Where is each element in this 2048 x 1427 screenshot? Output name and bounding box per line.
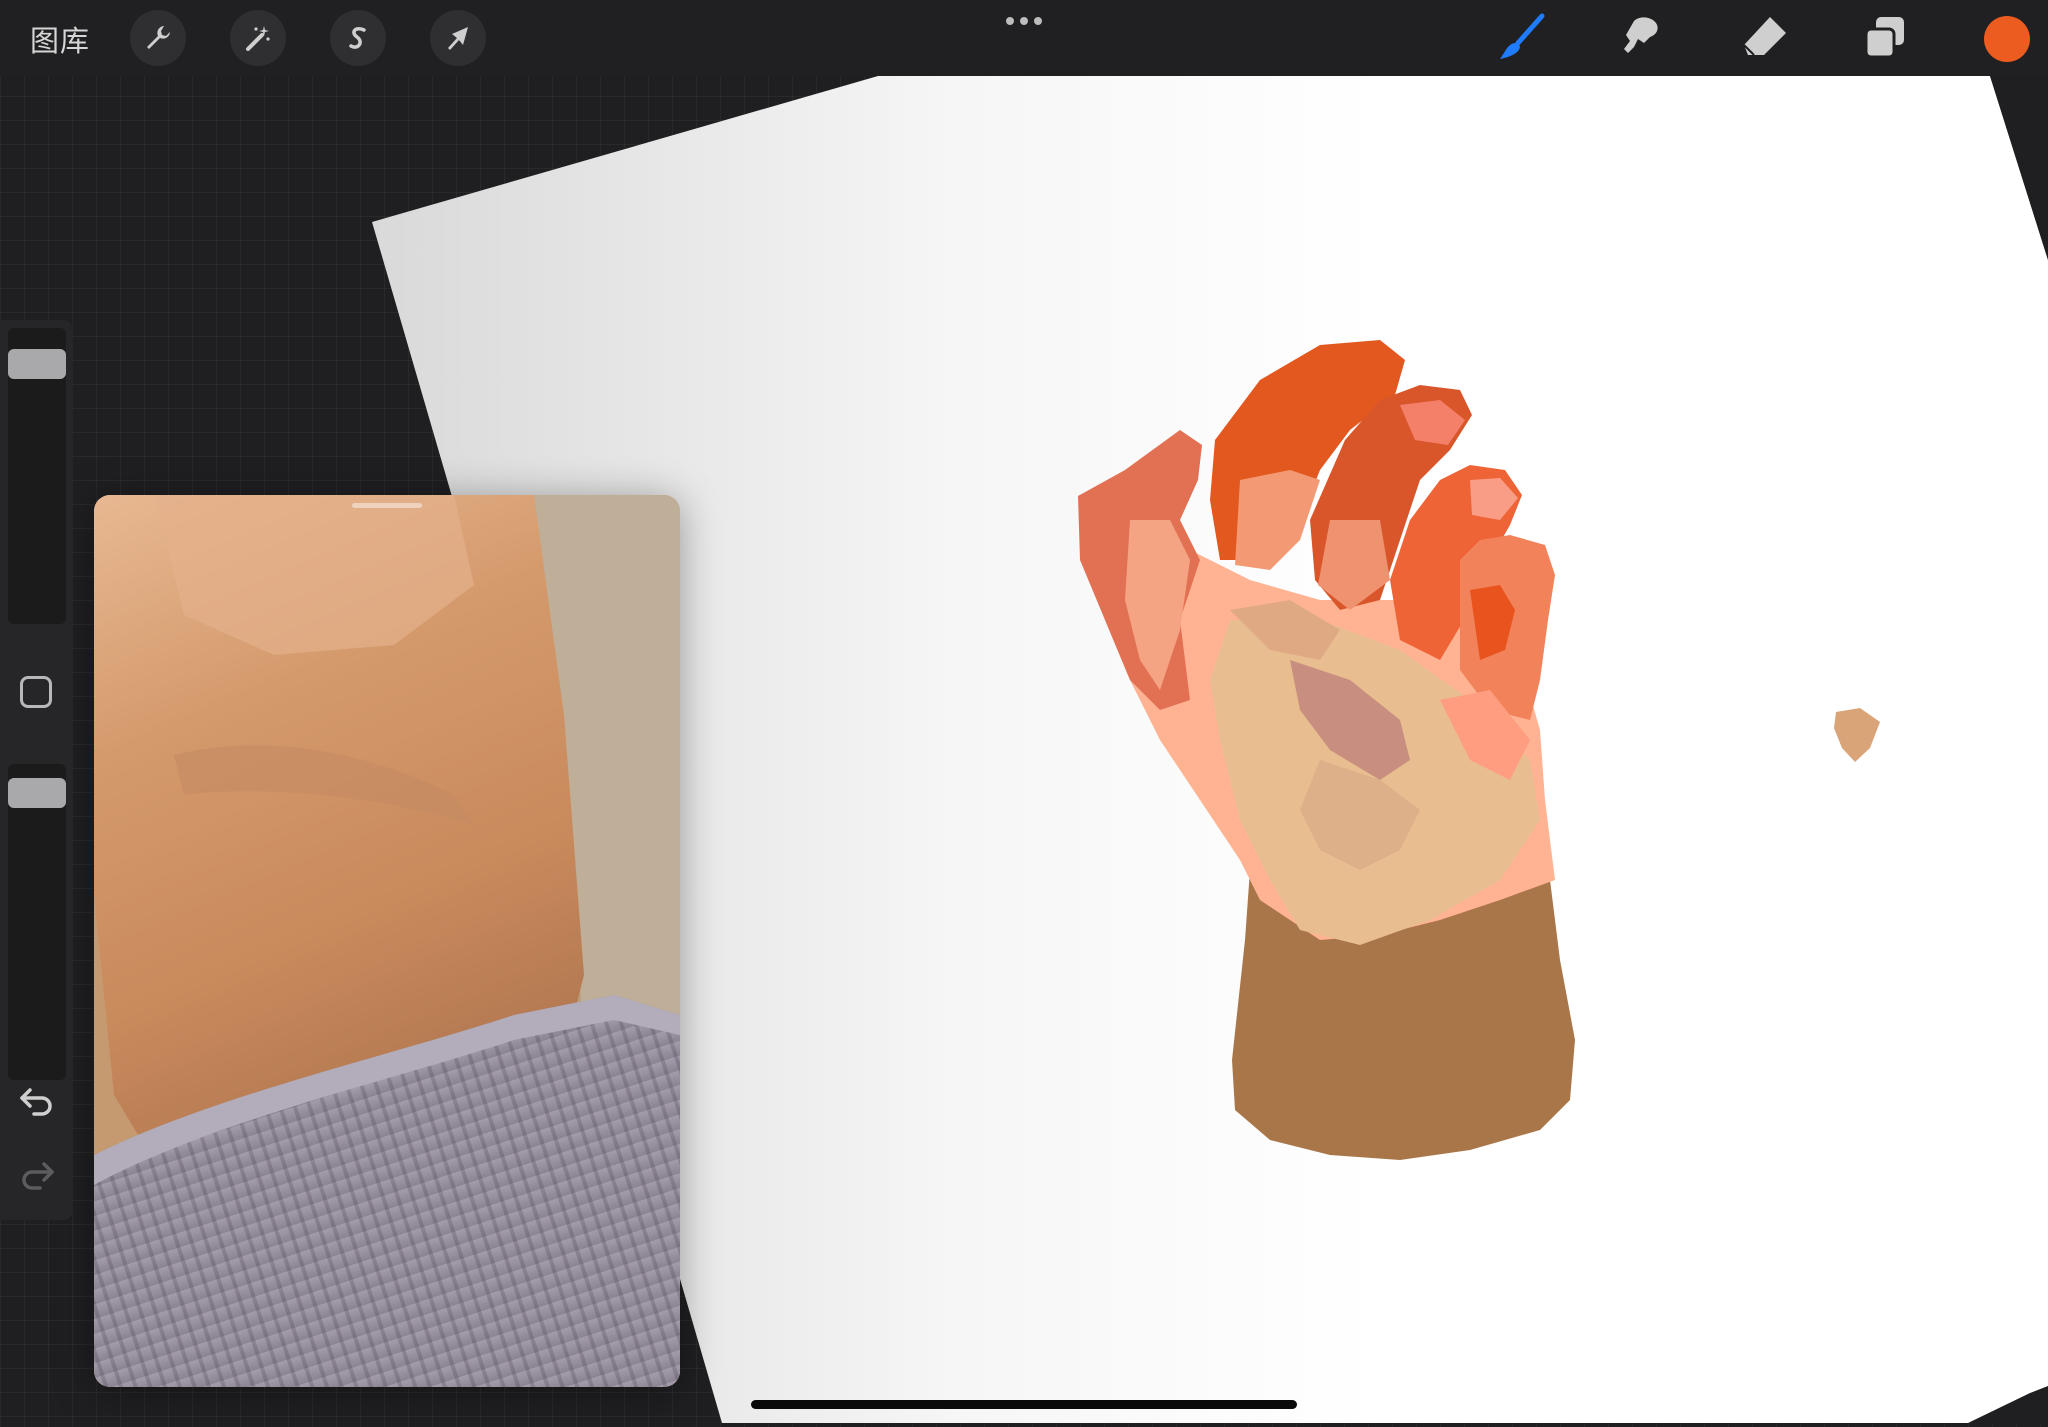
current-color-button[interactable] [1984,16,2030,62]
undo-icon[interactable] [18,1084,56,1118]
opacity-slider[interactable] [8,764,66,1080]
opacity-handle[interactable] [8,778,66,809]
redo-icon[interactable] [18,1158,56,1192]
top-toolbar: 图库 [0,0,2048,76]
brush-size-handle[interactable] [8,349,66,380]
left-sidebar [0,320,73,1220]
more-dots-icon[interactable] [1004,14,1044,28]
reference-photo [94,495,680,1387]
layers-icon[interactable] [1860,12,1910,64]
gallery-button[interactable]: 图库 [30,18,90,60]
wrench-icon[interactable] [130,10,186,66]
square-modify-icon[interactable] [20,676,52,708]
brush-icon[interactable] [1496,12,1546,64]
home-indicator[interactable] [751,1400,1297,1409]
arrow-cursor-icon[interactable] [430,10,486,66]
smudge-icon[interactable] [1616,12,1666,64]
eraser-icon[interactable] [1740,12,1790,64]
reference-window[interactable]: Reference [94,495,680,1387]
reference-grabber[interactable] [352,503,422,508]
selection-s-icon[interactable] [330,10,386,66]
magic-wand-icon[interactable] [230,10,286,66]
